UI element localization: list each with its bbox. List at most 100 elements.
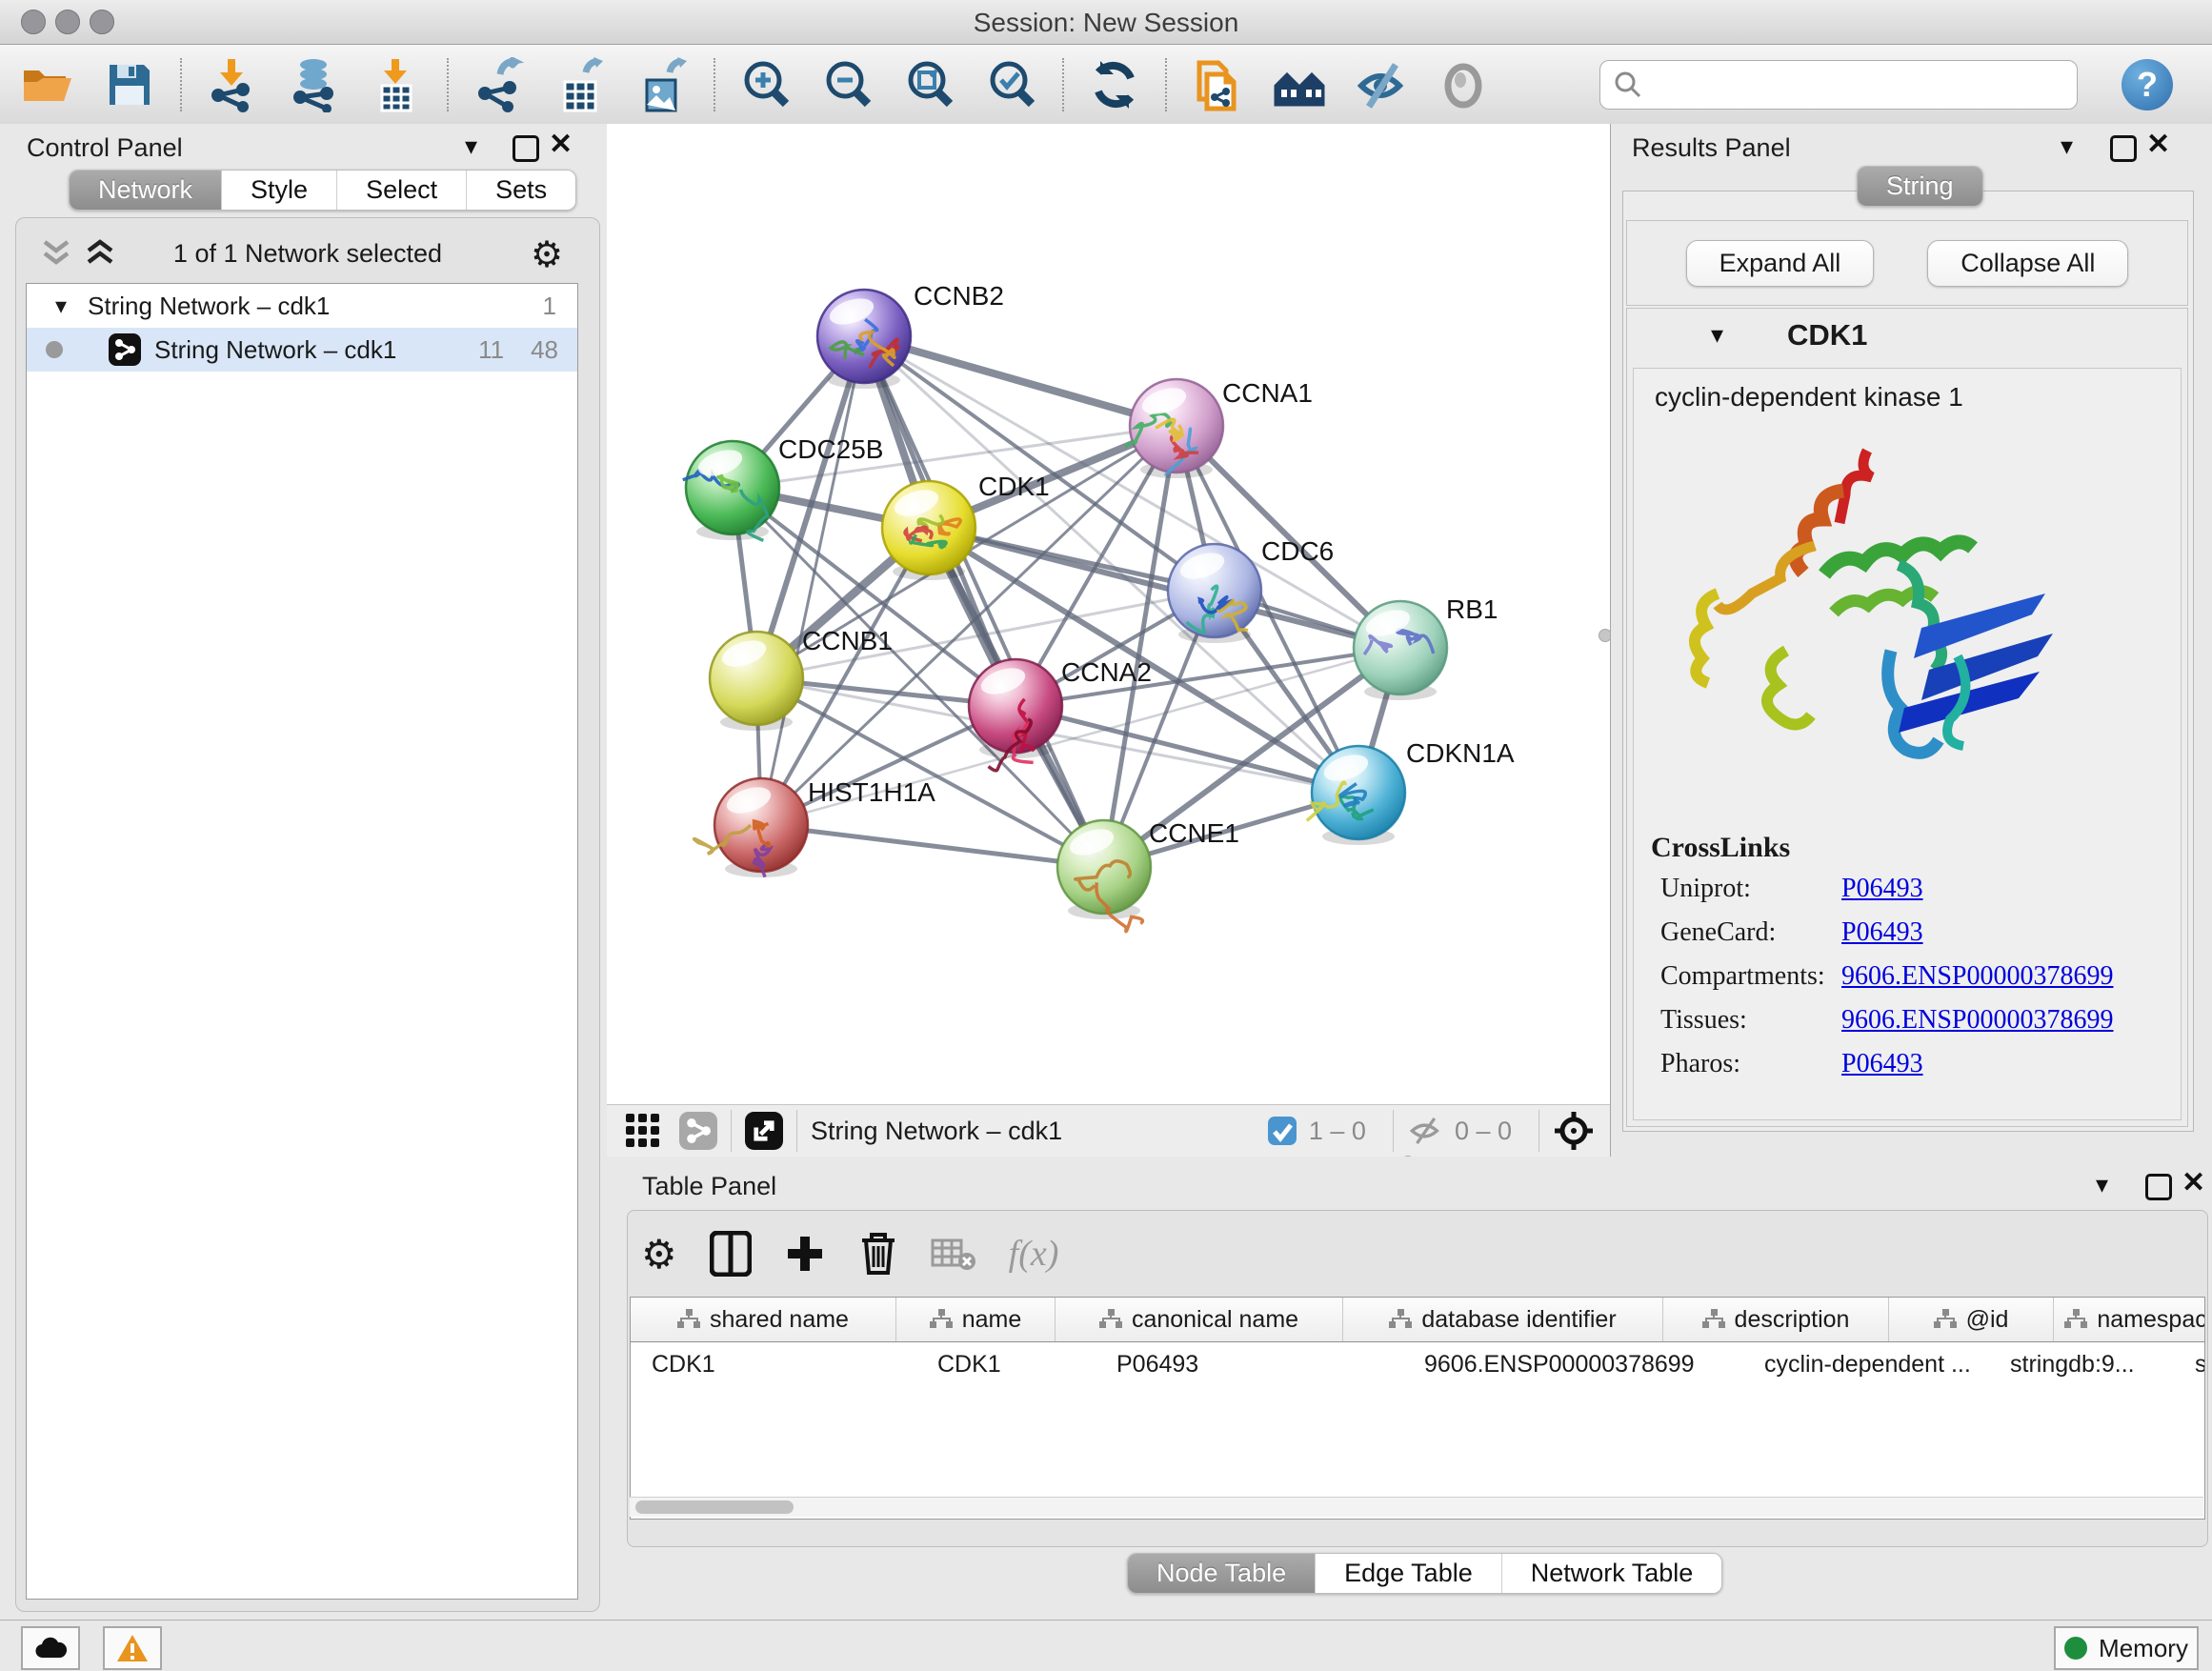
zoom-fit-icon[interactable] xyxy=(901,56,958,113)
node-label-ccna2: CCNA2 xyxy=(1061,657,1152,687)
column-header-description[interactable]: description xyxy=(1663,1298,1889,1341)
edge-ccne1-hist1h1a[interactable] xyxy=(761,825,1104,867)
collapse-all-button[interactable]: Collapse All xyxy=(1927,240,2128,287)
column-header-shared-name[interactable]: shared name xyxy=(631,1298,896,1341)
center-view-crosshair-icon[interactable] xyxy=(1553,1110,1595,1152)
search-input[interactable] xyxy=(1652,69,2077,100)
close-panel-icon[interactable]: ✕ xyxy=(549,128,573,161)
network-collection-row[interactable]: ▾ String Network – cdk1 1 xyxy=(27,284,577,328)
table-browser: ⚙ f(x) shared namenamecanonical namedata… xyxy=(627,1210,2208,1547)
string-network-graph[interactable]: CCNB2CCNA1CDC25BCDK1CDC6RB1CCNB1CCNA2CDK… xyxy=(607,124,1610,1105)
tab-network-table[interactable]: Network Table xyxy=(1502,1554,1722,1593)
delete-column-trash-icon[interactable] xyxy=(858,1231,898,1277)
column-header-database-identifier[interactable]: database identifier xyxy=(1343,1298,1663,1341)
open-in-window-icon[interactable] xyxy=(745,1112,783,1150)
selected-checkbox-icon[interactable] xyxy=(1267,1116,1297,1146)
table-horizontal-scrollbar[interactable] xyxy=(630,1497,2203,1517)
close-panel-icon[interactable]: ✕ xyxy=(2182,1166,2205,1199)
tab-edge-table[interactable]: Edge Table xyxy=(1316,1554,1502,1593)
column-header-canonical-name[interactable]: canonical name xyxy=(1056,1298,1343,1341)
show-columns-icon[interactable] xyxy=(710,1231,752,1277)
float-panel-icon[interactable] xyxy=(2145,1174,2172,1200)
show-panel-disabled-icon[interactable] xyxy=(1435,56,1492,113)
node-rb1[interactable]: RB1 xyxy=(1354,594,1498,700)
hide-results-panel-icon[interactable] xyxy=(1353,56,1410,113)
scrollbar-thumb[interactable] xyxy=(635,1500,794,1514)
table-cell[interactable]: stringdb xyxy=(2174,1342,2205,1386)
zoom-selected-icon[interactable] xyxy=(983,56,1040,113)
table-panel: Table Panel ▾ ✕ ⚙ f(x) shared namenameca… xyxy=(617,1157,2212,1620)
string-home-icon[interactable] xyxy=(1271,56,1328,113)
results-panel: Results Panel ▾ ✕ String Expand All Coll… xyxy=(1610,124,2212,1157)
table-settings-gear-icon[interactable]: ⚙ xyxy=(641,1231,677,1278)
zoom-in-icon[interactable] xyxy=(737,56,794,113)
table-cell[interactable]: P06493 xyxy=(1096,1342,1403,1386)
crosslink-value-link[interactable]: P06493 xyxy=(1841,1049,1923,1079)
node-ccnb2[interactable]: CCNB2 xyxy=(817,281,1004,389)
collection-name: String Network – cdk1 xyxy=(88,292,330,321)
crosslink-value-link[interactable]: P06493 xyxy=(1841,917,1923,948)
import-table-file-icon[interactable] xyxy=(368,56,425,113)
import-network-file-icon[interactable] xyxy=(204,56,261,113)
expand-all-button[interactable]: Expand All xyxy=(1686,240,1875,287)
close-panel-icon[interactable]: ✕ xyxy=(2146,128,2170,161)
node-ccne1[interactable]: CCNE1 xyxy=(1057,818,1239,932)
collection-expander-icon[interactable]: ▾ xyxy=(55,292,67,320)
crosslink-value-link[interactable]: 9606.ENSP00000378699 xyxy=(1841,961,2113,992)
network-row[interactable]: String Network – cdk1 11 48 xyxy=(27,328,577,372)
search-field[interactable] xyxy=(1599,60,2078,110)
column-header-label: description xyxy=(1735,1306,1850,1334)
zoom-out-icon[interactable] xyxy=(819,56,876,113)
open-session-icon[interactable] xyxy=(19,56,76,113)
help-icon[interactable]: ? xyxy=(2122,59,2173,111)
node-hist1h1a[interactable]: HIST1H1A xyxy=(694,777,936,877)
column-header-namespace[interactable]: namespace xyxy=(2054,1298,2205,1341)
network-overview-icon[interactable] xyxy=(679,1112,717,1150)
network-options-gear-icon[interactable]: ⚙ xyxy=(531,233,563,276)
tab-string[interactable]: String xyxy=(1858,167,1982,206)
tab-style[interactable]: Style xyxy=(222,171,337,210)
export-network-icon[interactable] xyxy=(471,56,528,113)
refresh-icon[interactable] xyxy=(1086,56,1143,113)
node-ccna1[interactable]: CCNA1 xyxy=(1125,378,1313,478)
copy-network-icon[interactable] xyxy=(1189,56,1246,113)
hidden-eye-slash-icon[interactable] xyxy=(1407,1116,1443,1146)
crosslink-value-link[interactable]: P06493 xyxy=(1841,874,1923,904)
memory-button[interactable]: Memory xyxy=(2054,1626,2199,1670)
hidden-node-edge-counts: 0 – 0 xyxy=(1455,1117,1512,1146)
create-column-plus-icon[interactable] xyxy=(784,1233,826,1275)
table-cell[interactable]: cyclin-dependent ... xyxy=(1743,1342,1989,1386)
collapse-panel-icon[interactable]: ▾ xyxy=(2096,1170,2108,1199)
column-header-name[interactable]: name xyxy=(896,1298,1056,1341)
tab-sets[interactable]: Sets xyxy=(467,171,575,210)
table-cell[interactable]: CDK1 xyxy=(916,1342,1096,1386)
grid-view-icon[interactable] xyxy=(624,1112,662,1150)
export-table-icon[interactable] xyxy=(553,56,610,113)
warnings-button[interactable] xyxy=(103,1626,162,1670)
save-session-icon[interactable] xyxy=(101,56,158,113)
export-image-icon[interactable] xyxy=(634,56,692,113)
function-builder-icon[interactable]: f(x) xyxy=(1009,1233,1059,1275)
table-cell[interactable]: stringdb:9... xyxy=(1989,1342,2174,1386)
collapse-panel-icon[interactable]: ▾ xyxy=(465,131,477,161)
tab-select[interactable]: Select xyxy=(337,171,467,210)
tab-network[interactable]: Network xyxy=(70,171,222,210)
edge-ccnb2-hist1h1a[interactable] xyxy=(761,336,864,825)
table-cell[interactable]: 9606.ENSP00000378699 xyxy=(1403,1342,1743,1386)
delete-table-icon[interactable] xyxy=(931,1235,976,1273)
node-label-cdk1: CDK1 xyxy=(978,472,1050,501)
crosslink-value-link[interactable]: 9606.ENSP00000378699 xyxy=(1841,1005,2113,1036)
column-header-@id[interactable]: @id xyxy=(1889,1298,2054,1341)
section-expander-icon[interactable]: ▾ xyxy=(1711,320,1723,350)
table-cell[interactable]: CDK1 xyxy=(631,1342,916,1386)
table-row[interactable]: CDK1CDK1P064939606.ENSP00000378699cyclin… xyxy=(631,1342,2204,1386)
import-network-database-icon[interactable] xyxy=(286,56,343,113)
toolbar-separator xyxy=(1062,58,1064,111)
float-panel-icon[interactable] xyxy=(2110,135,2137,162)
network-canvas[interactable]: CCNB2CCNA1CDC25BCDK1CDC6RB1CCNB1CCNA2CDK… xyxy=(607,124,1610,1157)
float-panel-icon[interactable] xyxy=(513,135,539,162)
node-cdkn1a[interactable]: CDKN1A xyxy=(1307,738,1515,845)
cloud-button[interactable] xyxy=(21,1626,80,1670)
collapse-panel-icon[interactable]: ▾ xyxy=(2061,131,2073,161)
tab-node-table[interactable]: Node Table xyxy=(1128,1554,1316,1593)
